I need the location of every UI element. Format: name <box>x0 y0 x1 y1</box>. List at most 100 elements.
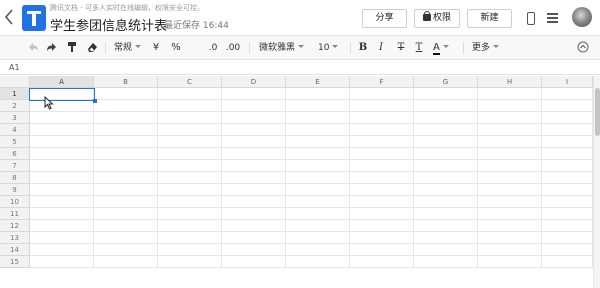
column-header-i[interactable]: I <box>542 76 593 88</box>
cell-i1[interactable] <box>542 88 593 100</box>
scrollbar-thumb[interactable] <box>595 88 600 136</box>
cell-e2[interactable] <box>286 100 350 112</box>
paint-format-icon[interactable] <box>65 41 79 55</box>
cell-i11[interactable] <box>542 208 593 220</box>
cell-f15[interactable] <box>350 256 414 268</box>
cell-h1[interactable] <box>478 88 542 100</box>
cell-h5[interactable] <box>478 136 542 148</box>
cell-i5[interactable] <box>542 136 593 148</box>
column-header-f[interactable]: F <box>350 76 414 88</box>
cell-d15[interactable] <box>222 256 286 268</box>
cell-d5[interactable] <box>222 136 286 148</box>
row-header-7[interactable]: 7 <box>0 160 30 172</box>
cell-b8[interactable] <box>94 172 158 184</box>
cell-e7[interactable] <box>286 160 350 172</box>
cell-b13[interactable] <box>94 232 158 244</box>
redo-icon[interactable] <box>45 41 59 55</box>
cell-f10[interactable] <box>350 196 414 208</box>
cell-d3[interactable] <box>222 112 286 124</box>
cell-f13[interactable] <box>350 232 414 244</box>
cell-d14[interactable] <box>222 244 286 256</box>
cell-a13[interactable] <box>30 232 94 244</box>
column-header-d[interactable]: D <box>222 76 286 88</box>
cell-c15[interactable] <box>158 256 222 268</box>
cell-a15[interactable] <box>30 256 94 268</box>
cell-b2[interactable] <box>94 100 158 112</box>
font-color-dropdown[interactable]: A <box>433 41 455 55</box>
cell-g13[interactable] <box>414 232 478 244</box>
cell-g7[interactable] <box>414 160 478 172</box>
row-header-4[interactable]: 4 <box>0 124 30 136</box>
cell-h8[interactable] <box>478 172 542 184</box>
cell-b9[interactable] <box>94 184 158 196</box>
tencent-docs-logo[interactable] <box>22 5 46 31</box>
document-title[interactable]: 学生参团信息统计表 <box>50 15 167 34</box>
row-header-2[interactable]: 2 <box>0 100 30 112</box>
cell-f9[interactable] <box>350 184 414 196</box>
font-family-dropdown[interactable]: 微软雅黑 <box>259 41 305 55</box>
row-header-12[interactable]: 12 <box>0 220 30 232</box>
percent-button[interactable]: % <box>170 41 182 55</box>
cell-g6[interactable] <box>414 148 478 160</box>
cell-e13[interactable] <box>286 232 350 244</box>
cell-c3[interactable] <box>158 112 222 124</box>
cell-a3[interactable] <box>30 112 94 124</box>
cell-e5[interactable] <box>286 136 350 148</box>
cell-c12[interactable] <box>158 220 222 232</box>
cell-d1[interactable] <box>222 88 286 100</box>
cell-g1[interactable] <box>414 88 478 100</box>
column-header-e[interactable]: E <box>286 76 350 88</box>
cell-b5[interactable] <box>94 136 158 148</box>
cell-a2[interactable] <box>30 100 94 112</box>
cell-g12[interactable] <box>414 220 478 232</box>
cell-f14[interactable] <box>350 244 414 256</box>
select-all-corner[interactable] <box>0 76 30 88</box>
cell-c11[interactable] <box>158 208 222 220</box>
cell-e1[interactable] <box>286 88 350 100</box>
italic-button[interactable]: I <box>375 41 387 55</box>
cell-i13[interactable] <box>542 232 593 244</box>
column-header-c[interactable]: C <box>158 76 222 88</box>
row-header-9[interactable]: 9 <box>0 184 30 196</box>
cell-i3[interactable] <box>542 112 593 124</box>
cell-c4[interactable] <box>158 124 222 136</box>
cell-a14[interactable] <box>30 244 94 256</box>
cell-a8[interactable] <box>30 172 94 184</box>
row-header-8[interactable]: 8 <box>0 172 30 184</box>
cell-h3[interactable] <box>478 112 542 124</box>
currency-button[interactable]: ¥ <box>150 41 162 55</box>
cell-i12[interactable] <box>542 220 593 232</box>
share-button[interactable]: 分享 <box>362 9 407 28</box>
cell-c7[interactable] <box>158 160 222 172</box>
cell-e4[interactable] <box>286 124 350 136</box>
cell-c6[interactable] <box>158 148 222 160</box>
cell-i7[interactable] <box>542 160 593 172</box>
cell-d4[interactable] <box>222 124 286 136</box>
cell-d10[interactable] <box>222 196 286 208</box>
cell-e10[interactable] <box>286 196 350 208</box>
cell-h9[interactable] <box>478 184 542 196</box>
cell-b10[interactable] <box>94 196 158 208</box>
cell-c1[interactable] <box>158 88 222 100</box>
more-dropdown[interactable]: 更多 <box>472 41 502 55</box>
cell-h4[interactable] <box>478 124 542 136</box>
cell-i9[interactable] <box>542 184 593 196</box>
cell-a11[interactable] <box>30 208 94 220</box>
row-header-13[interactable]: 13 <box>0 232 30 244</box>
cell-b3[interactable] <box>94 112 158 124</box>
new-button[interactable]: 新建 <box>467 9 512 28</box>
cell-g11[interactable] <box>414 208 478 220</box>
cell-g2[interactable] <box>414 100 478 112</box>
cell-h15[interactable] <box>478 256 542 268</box>
cell-f1[interactable] <box>350 88 414 100</box>
cell-e3[interactable] <box>286 112 350 124</box>
cell-reference[interactable]: A1 <box>9 63 20 72</box>
cell-h14[interactable] <box>478 244 542 256</box>
cell-h11[interactable] <box>478 208 542 220</box>
row-header-5[interactable]: 5 <box>0 136 30 148</box>
cell-b6[interactable] <box>94 148 158 160</box>
cell-e12[interactable] <box>286 220 350 232</box>
cell-i6[interactable] <box>542 148 593 160</box>
column-header-a[interactable]: A <box>30 76 94 88</box>
cell-f7[interactable] <box>350 160 414 172</box>
